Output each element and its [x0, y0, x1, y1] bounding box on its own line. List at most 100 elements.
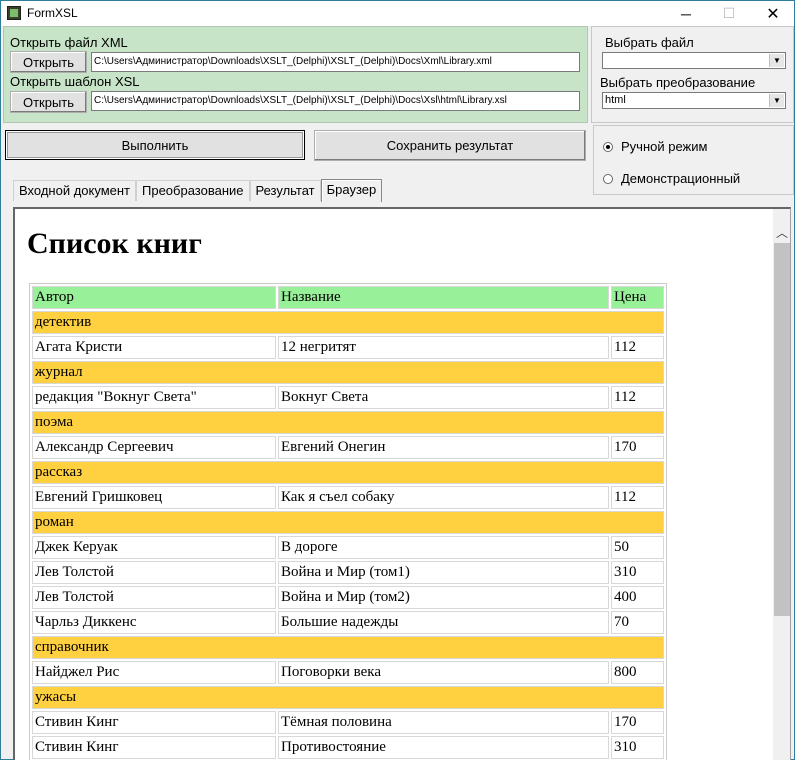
minimize-button[interactable]: ─	[664, 1, 708, 26]
price-cell: 400	[611, 586, 664, 609]
title-bar: FormXSL ─ ☐ ✕	[1, 1, 794, 26]
document-heading: Список книг	[27, 227, 202, 260]
table-row: Найджел Рис Поговорки века 800	[32, 661, 664, 684]
table-row: Агата Кристи 12 негритят 112	[32, 336, 664, 359]
chevron-down-icon[interactable]: ▼	[769, 94, 784, 107]
xsl-path-field[interactable]: C:\Users\Администратор\Downloads\XSLT_(D…	[91, 91, 580, 111]
close-button[interactable]: ✕	[751, 1, 795, 26]
xsl-label: Открыть шаблон XSL	[10, 74, 140, 89]
radio-unselected-icon	[603, 173, 613, 184]
table-row: Стивин Кинг Противостояние 310	[32, 736, 664, 759]
genre-cell: детектив	[32, 311, 664, 334]
table-header-row: Автор Название Цена	[32, 286, 664, 309]
chevron-down-icon[interactable]: ▼	[769, 54, 784, 67]
save-result-button[interactable]: Сохранить результат	[314, 130, 586, 161]
radio-demo-mode[interactable]: Демонстрационный	[603, 171, 740, 186]
scrollbar-thumb[interactable]	[774, 243, 790, 616]
column-header-author: Автор	[32, 286, 276, 309]
genre-row: справочник	[32, 636, 664, 659]
app-window: FormXSL ─ ☐ ✕ Открыть файл XML Открыть C…	[0, 0, 795, 760]
price-cell: 112	[611, 386, 664, 409]
genre-cell: справочник	[32, 636, 664, 659]
choose-file-label: Выбрать файл	[605, 35, 694, 50]
radio-manual-mode[interactable]: Ручной режим	[603, 139, 707, 154]
title-cell: Война и Мир (том1)	[278, 561, 609, 584]
books-table: Автор Название Цена детектив Агата Кристи…	[29, 283, 667, 760]
genre-cell: ужасы	[32, 686, 664, 709]
title-cell: В дороге	[278, 536, 609, 559]
author-cell: Лев Толстой	[32, 561, 276, 584]
price-cell: 800	[611, 661, 664, 684]
genre-cell: поэма	[32, 411, 664, 434]
open-xml-button[interactable]: Открыть	[10, 51, 87, 73]
genre-cell: рассказ	[32, 461, 664, 484]
choose-file-combo[interactable]: ▼	[602, 52, 786, 69]
tab-result[interactable]: Результат	[249, 180, 321, 201]
selection-panel: Выбрать файл ▼ Выбрать преобразование ht…	[591, 26, 794, 123]
maximize-button[interactable]: ☐	[707, 1, 751, 26]
mode-panel: Ручной режим Демонстрационный	[593, 125, 794, 195]
choose-transform-value: html	[605, 94, 626, 106]
tab-bar: Входной документ Преобразование Результа…	[13, 179, 383, 202]
browser-view: Список книг Автор Название Цена детектив…	[13, 207, 791, 760]
genre-row: журнал	[32, 361, 664, 384]
table-row: Стивин Кинг Тёмная половина 170	[32, 711, 664, 734]
genre-row: роман	[32, 511, 664, 534]
genre-row: ужасы	[32, 686, 664, 709]
price-cell: 310	[611, 561, 664, 584]
author-cell: Агата Кристи	[32, 336, 276, 359]
price-cell: 170	[611, 436, 664, 459]
title-cell: Тёмная половина	[278, 711, 609, 734]
title-cell: Вокнуг Света	[278, 386, 609, 409]
tab-input-document[interactable]: Входной документ	[13, 180, 136, 201]
table-row: Лев Толстой Война и Мир (том2) 400	[32, 586, 664, 609]
file-open-panel: Открыть файл XML Открыть C:\Users\Админи…	[3, 26, 588, 123]
author-cell: Чарльз Диккенс	[32, 611, 276, 634]
genre-cell: журнал	[32, 361, 664, 384]
title-cell: Большие надежды	[278, 611, 609, 634]
tab-transformation[interactable]: Преобразование	[136, 180, 250, 201]
tab-browser[interactable]: Браузер	[320, 179, 383, 202]
choose-transform-combo[interactable]: html ▼	[602, 92, 786, 109]
title-cell: 12 негритят	[278, 336, 609, 359]
author-cell: Стивин Кинг	[32, 736, 276, 759]
price-cell: 112	[611, 486, 664, 509]
radio-manual-label: Ручной режим	[621, 139, 708, 154]
html-document: Список книг Автор Название Цена детектив…	[15, 209, 771, 760]
xml-path-field[interactable]: C:\Users\Администратор\Downloads\XSLT_(D…	[91, 52, 580, 72]
author-cell: Джек Керуак	[32, 536, 276, 559]
radio-demo-label: Демонстрационный	[621, 171, 741, 186]
open-xsl-button[interactable]: Открыть	[10, 91, 87, 113]
author-cell: Найджел Рис	[32, 661, 276, 684]
vertical-scrollbar[interactable]: ︿	[773, 209, 790, 760]
title-cell: Поговорки века	[278, 661, 609, 684]
table-row: Джек Керуак В дороге 50	[32, 536, 664, 559]
column-header-price: Цена	[611, 286, 664, 309]
xml-label: Открыть файл XML	[10, 35, 128, 50]
author-cell: Стивин Кинг	[32, 711, 276, 734]
table-row: Чарльз Диккенс Большие надежды 70	[32, 611, 664, 634]
genre-row: поэма	[32, 411, 664, 434]
app-icon	[7, 6, 21, 20]
table-row: Лев Толстой Война и Мир (том1) 310	[32, 561, 664, 584]
genre-row: рассказ	[32, 461, 664, 484]
title-cell: Евгений Онегин	[278, 436, 609, 459]
title-cell: Противостояние	[278, 736, 609, 759]
choose-transform-label: Выбрать преобразование	[600, 75, 756, 90]
author-cell: Евгений Гришковец	[32, 486, 276, 509]
table-row: редакция "Вокнуг Света" Вокнуг Света 112	[32, 386, 664, 409]
author-cell: Лев Толстой	[32, 586, 276, 609]
column-header-title: Название	[278, 286, 609, 309]
price-cell: 170	[611, 711, 664, 734]
price-cell: 70	[611, 611, 664, 634]
author-cell: Александр Сергеевич	[32, 436, 276, 459]
run-button[interactable]: Выполнить	[5, 130, 305, 160]
window-title: FormXSL	[27, 6, 78, 20]
radio-selected-icon	[603, 141, 613, 152]
title-cell: Как я съел собаку	[278, 486, 609, 509]
price-cell: 50	[611, 536, 664, 559]
chevron-up-icon[interactable]: ︿	[773, 223, 790, 241]
title-cell: Война и Мир (том2)	[278, 586, 609, 609]
price-cell: 112	[611, 336, 664, 359]
table-row: Александр Сергеевич Евгений Онегин 170	[32, 436, 664, 459]
